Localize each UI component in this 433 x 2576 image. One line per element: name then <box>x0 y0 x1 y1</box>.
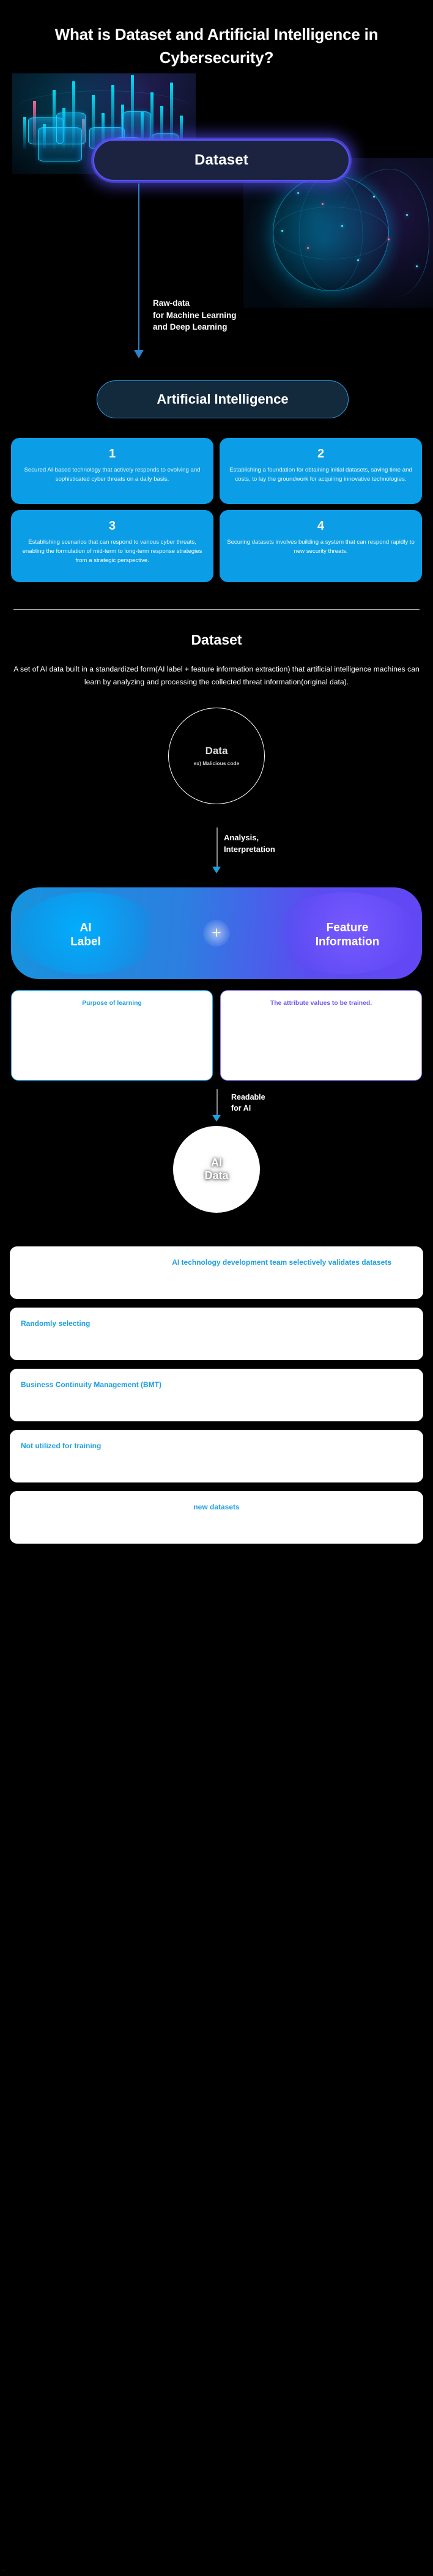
benefit-card-3-text: Establishing scenarios that can respond … <box>22 539 202 564</box>
list-item-text: AI technology development team selective… <box>172 1257 391 1267</box>
benefit-card-4: 4 Securing datasets involves building a … <box>220 510 422 582</box>
readable-arrowhead <box>212 1114 221 1122</box>
dataset-node[interactable]: Dataset <box>93 139 350 181</box>
benefit-card-3-number: 3 <box>108 519 116 533</box>
data-circle: Data ex) Malicious code <box>168 707 265 804</box>
note-attribute-values: The attribute values to be trained. <box>220 990 422 1081</box>
venn-feature-information-text: Feature Information <box>315 920 380 949</box>
page-corner-mark: . <box>2 2567 4 2572</box>
benefit-card-1-number: 1 <box>108 447 116 461</box>
benefit-card-1-text: Secured AI-based technology that activel… <box>24 467 201 483</box>
list-item[interactable]: Randomly selecting <box>10 1307 423 1360</box>
bottom-process-list: AI technology development team selective… <box>0 1233 433 1556</box>
note-purpose-of-learning-text: Purpose of learning <box>82 999 142 1007</box>
infographic-page: What is Dataset and Artificial Intellige… <box>0 0 433 2576</box>
dataset-section-title: Dataset <box>191 632 242 648</box>
raw-data-flow-label: Raw-data for Machine Learning and Deep L… <box>153 298 237 332</box>
list-item[interactable]: Not utilized for training <box>10 1429 423 1482</box>
benefit-card-2: 2 Establishing a foundation for obtainin… <box>220 438 422 504</box>
data-circle-area: Data ex) Malicious code <box>0 705 433 827</box>
benefit-card-4-text: Securing datasets involves building a sy… <box>227 539 415 555</box>
hero-section: What is Dataset and Artificial Intellige… <box>0 0 433 428</box>
data-circle-title: Data <box>205 745 228 757</box>
analysis-connector-line <box>216 827 218 869</box>
benefit-card-2-number: 2 <box>317 447 325 461</box>
list-item-text: Not utilized for training <box>21 1441 102 1450</box>
page-title: What is Dataset and Artificial Intellige… <box>54 25 379 67</box>
list-item[interactable]: new datasets <box>10 1490 423 1544</box>
ai-node-label: Artificial Intelligence <box>157 391 289 407</box>
readable-connector-line <box>216 1089 218 1117</box>
ai-data-circle-label: AI Data <box>204 1157 229 1182</box>
readable-for-ai-label: Readable for AI <box>231 1092 265 1112</box>
list-item-text: Business Continuity Management (BMT) <box>21 1380 162 1389</box>
readable-arrow-area: Readable for AI <box>0 1081 433 1126</box>
analysis-arrow-area: Analysis, Interpretation <box>0 827 433 884</box>
ai-data-circle: AI Data <box>173 1125 260 1213</box>
section-divider <box>13 609 420 610</box>
venn-ai-label-text: AI Label <box>70 920 101 949</box>
ai-label-feature-venn: AI Label + Feature Information <box>11 887 422 979</box>
note-purpose-of-learning: Purpose of learning <box>11 990 213 1081</box>
note-attribute-values-text: The attribute values to be trained. <box>270 999 372 1007</box>
dataset-notes-grid: Purpose of learning The attribute values… <box>0 979 433 1081</box>
dataset-to-ai-arrowhead <box>134 350 144 358</box>
list-item[interactable]: AI technology development team selective… <box>10 1246 423 1299</box>
benefit-card-2-text: Establishing a foundation for obtaining … <box>229 467 412 483</box>
analysis-interpretation-label: Analysis, Interpretation <box>224 832 275 854</box>
benefit-card-4-number: 4 <box>317 519 325 533</box>
list-item-text: new datasets <box>193 1502 240 1511</box>
dataset-node-label: Dataset <box>194 152 249 168</box>
dataset-to-ai-connector <box>138 183 139 353</box>
benefit-cards-grid: 1 Secured AI-based technology that activ… <box>0 428 433 582</box>
benefit-card-3: 3 Establishing scenarios that can respon… <box>11 510 213 582</box>
artificial-intelligence-node[interactable]: Artificial Intelligence <box>97 380 349 418</box>
list-item-text: Randomly selecting <box>21 1319 91 1328</box>
plus-icon: + <box>203 919 230 947</box>
ai-data-circle-area: AI Data <box>0 1125 433 1233</box>
analysis-arrowhead <box>212 866 221 873</box>
list-item[interactable]: Business Continuity Management (BMT) <box>10 1368 423 1421</box>
dataset-section: Dataset A set of AI data built in a stan… <box>0 610 433 1233</box>
dataset-section-description: A set of AI data built in a standardized… <box>13 665 420 687</box>
data-circle-example: ex) Malicious code <box>193 760 240 767</box>
benefit-card-1: 1 Secured AI-based technology that activ… <box>11 438 213 504</box>
